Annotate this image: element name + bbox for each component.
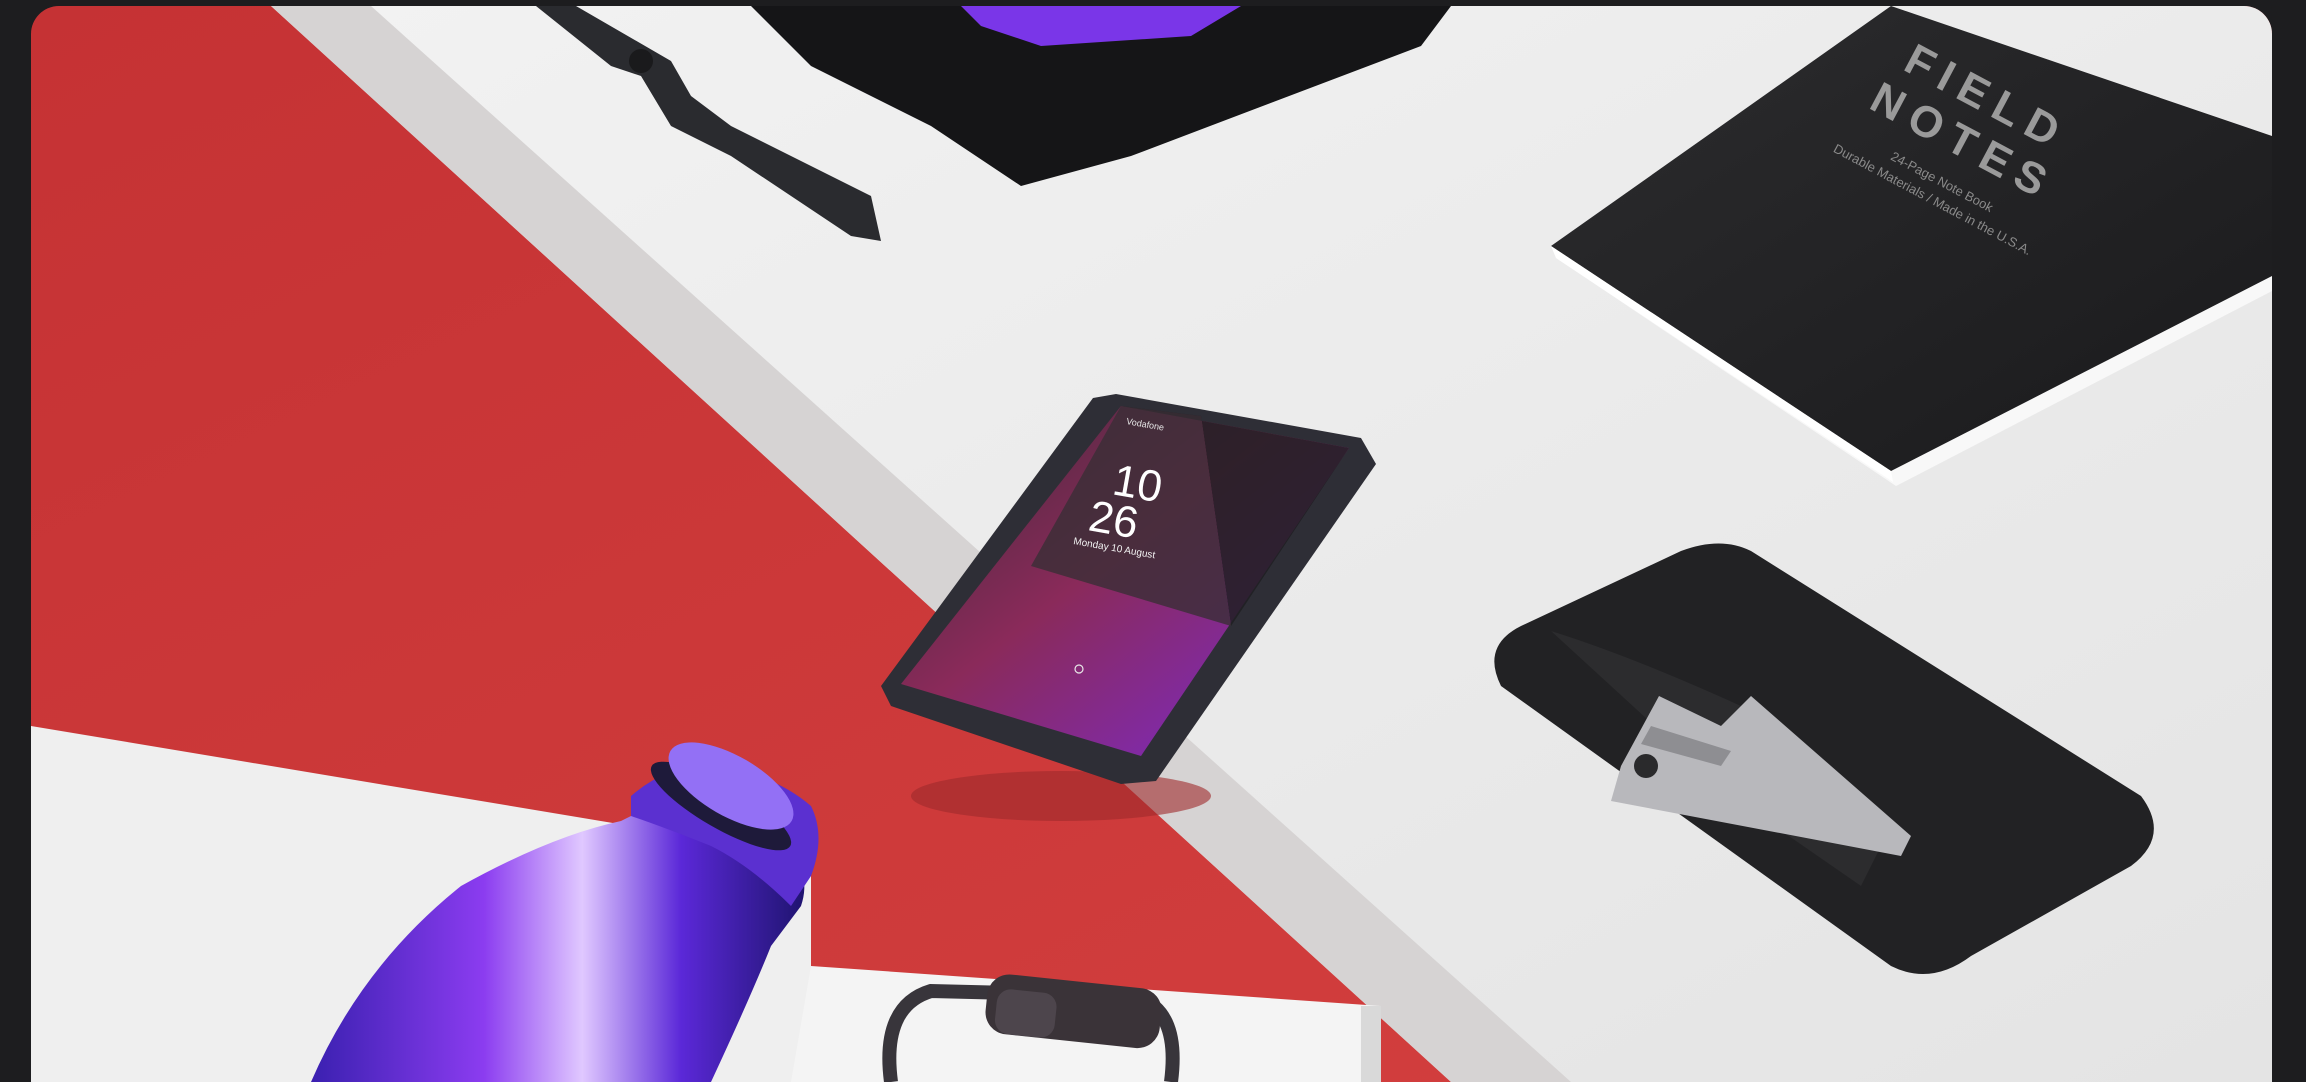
phone-shadow	[911, 771, 1211, 821]
white-box-side	[1361, 1006, 1381, 1082]
product-photo: FIELD NOTES 24-Page Note Book Durable Ma…	[31, 6, 2272, 1082]
multitool-hole	[1634, 754, 1658, 778]
propeller-hub	[629, 49, 653, 73]
photo-frame: FIELD NOTES 24-Page Note Book Durable Ma…	[31, 6, 2272, 1082]
